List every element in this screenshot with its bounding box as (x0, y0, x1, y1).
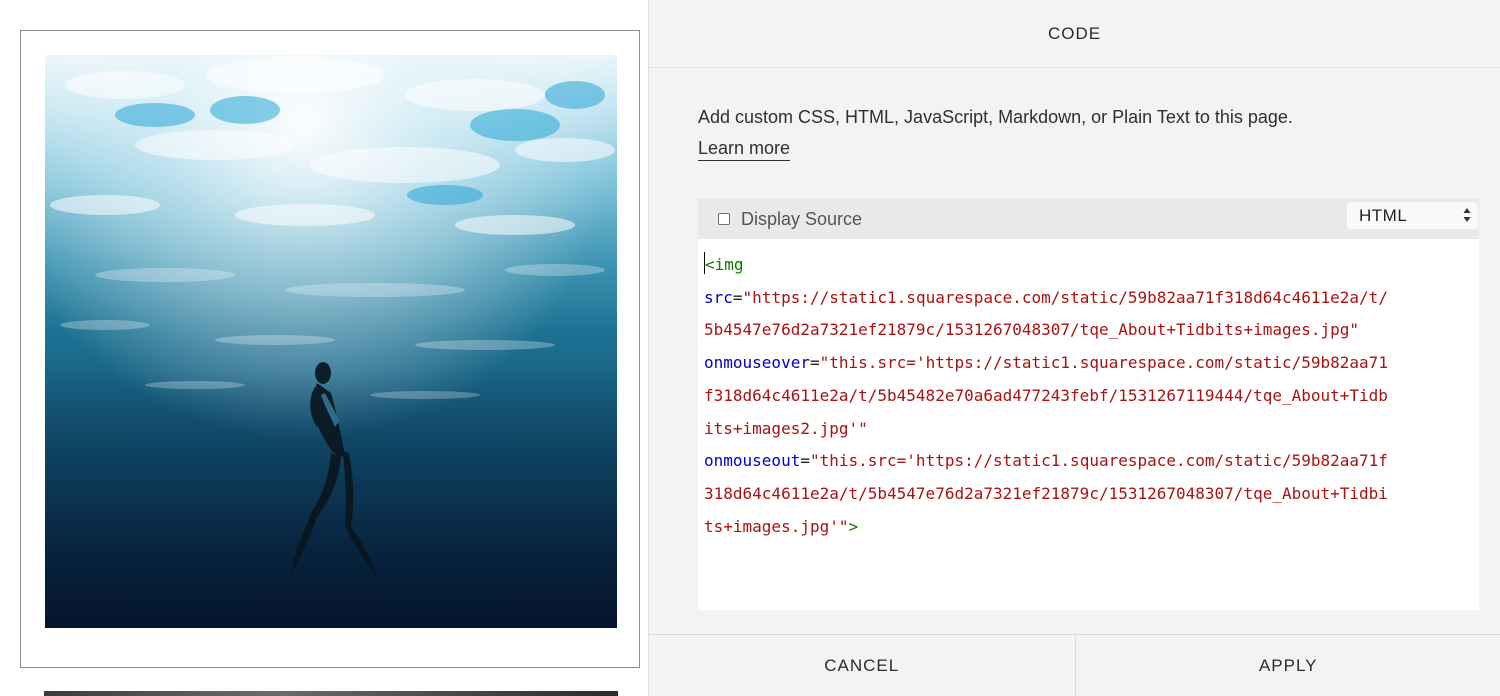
code-token-str: "this.src='https://static1.squarespace.c… (819, 353, 1388, 373)
learn-more-link[interactable]: Learn more (698, 138, 791, 161)
code-editor-textarea[interactable]: <img src="https://static1.squarespace.com… (698, 239, 1479, 610)
code-line: onmouseover="this.src='https://static1.s… (704, 347, 1473, 380)
panel-body: Add custom CSS, HTML, JavaScript, Markdo… (698, 68, 1479, 610)
select-arrows-icon (1463, 208, 1471, 222)
panel-title: CODE (1047, 23, 1102, 43)
code-token-str: 5b4547e76d2a7321ef21879c/1531267048307/t… (704, 320, 1360, 340)
language-select[interactable]: HTML (1347, 202, 1478, 229)
language-select-value: HTML (1359, 205, 1408, 225)
code-line: ts+images.jpg'"> (704, 511, 1473, 544)
code-token-str: ts+images.jpg'" (704, 516, 849, 536)
code-token-str: "this.src='https://static1.squarespace.c… (809, 451, 1388, 471)
code-line: f318d64c4611e2a/t/5b45482e70a6ad477243fe… (704, 380, 1473, 413)
code-token-attr: onmouseout (704, 451, 801, 471)
cancel-button[interactable]: CANCEL (649, 635, 1076, 696)
next-image-block-edge (44, 691, 618, 696)
image-block-frame[interactable] (20, 30, 640, 668)
code-block-editor-panel: CODE Add custom CSS, HTML, JavaScript, M… (648, 0, 1500, 696)
panel-footer: CANCEL APPLY (649, 634, 1500, 696)
code-token-punct: = (732, 287, 743, 307)
code-token-attr: src (704, 287, 733, 307)
code-line: 5b4547e76d2a7321ef21879c/1531267048307/t… (704, 314, 1473, 347)
code-token-attr: onmouseover (704, 353, 810, 373)
panel-header: CODE (649, 0, 1500, 68)
code-token-punct: = (800, 451, 810, 471)
code-token-str: 318d64c4611e2a/t/5b4547e76d2a7321ef21879… (704, 483, 1388, 503)
underwater-diver-illustration (45, 55, 617, 628)
display-source-label: Display Source (741, 208, 863, 229)
code-token-tag: <img (705, 255, 744, 274)
display-source-toggle[interactable]: Display Source (718, 209, 862, 230)
page-preview (0, 0, 648, 696)
panel-description: Add custom CSS, HTML, JavaScript, Markdo… (698, 107, 1293, 127)
code-token-str: f318d64c4611e2a/t/5b45482e70a6ad477243fe… (704, 385, 1388, 405)
code-line: 318d64c4611e2a/t/5b4547e76d2a7321ef21879… (704, 478, 1473, 511)
code-line: <img (704, 249, 1473, 282)
code-line: src="https://static1.squarespace.com/sta… (704, 282, 1473, 315)
underwater-diver-image (45, 55, 617, 628)
code-token-punct: = (809, 353, 820, 373)
apply-button[interactable]: APPLY (1076, 635, 1500, 696)
editor-toolbar: Display Source HTML (698, 199, 1479, 239)
display-source-checkbox[interactable] (718, 213, 730, 225)
code-line: onmouseout="this.src='https://static1.sq… (704, 445, 1473, 478)
code-token-tag: > (848, 516, 859, 536)
code-token-str: its+images2.jpg'" (704, 418, 868, 438)
code-token-str: "https://static1.squarespace.com/static/… (742, 287, 1388, 307)
code-line: its+images2.jpg'" (704, 413, 1473, 446)
